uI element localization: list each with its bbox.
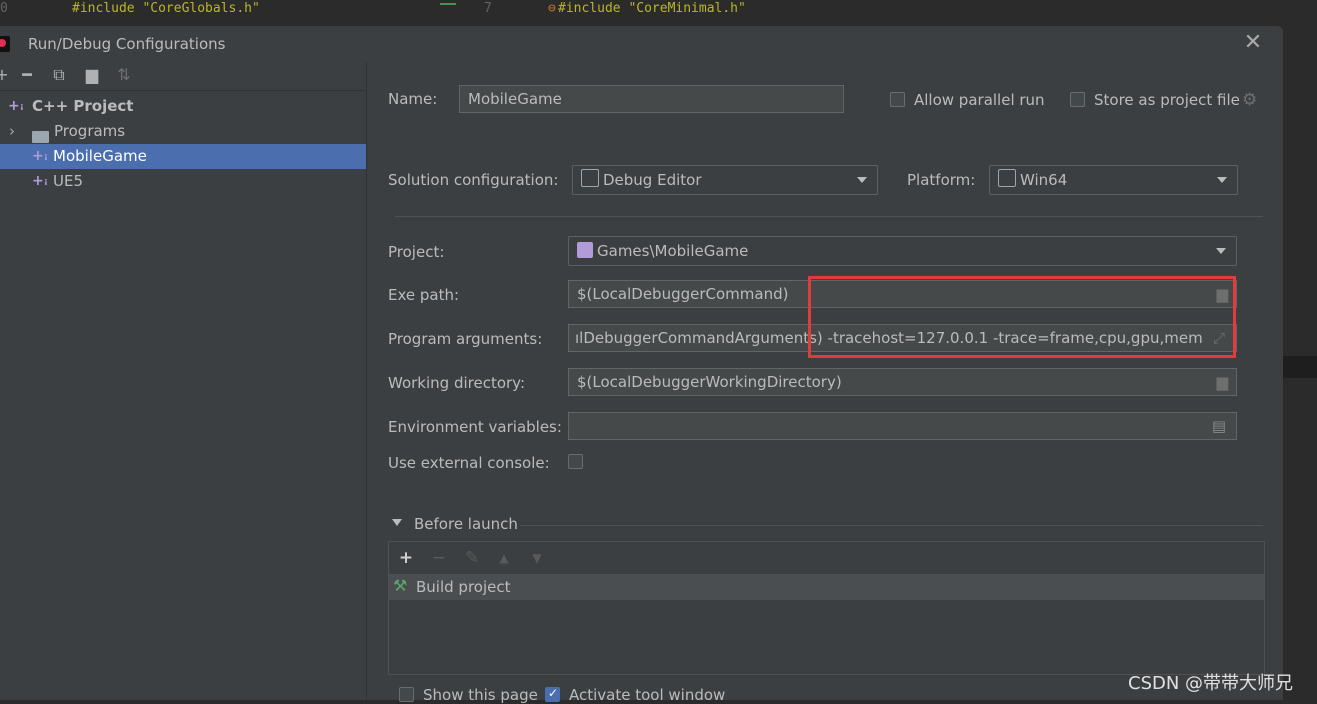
chevron-down-icon: [1216, 248, 1226, 254]
name-label: Name:: [388, 90, 438, 108]
tree-item-programs[interactable]: › Programs: [0, 119, 366, 144]
env-vars-field[interactable]: ▤: [568, 412, 1237, 440]
working-dir-label: Working directory:: [388, 374, 526, 392]
platform-value: Win64: [1020, 171, 1068, 189]
divider: [395, 216, 1263, 217]
name-field[interactable]: MobileGame: [459, 85, 844, 113]
hammer-icon: ⚒: [393, 576, 408, 595]
change-marker: [440, 3, 456, 5]
cpp-icon: +ꜟ: [32, 173, 48, 189]
folder-add-icon[interactable]: ▆: [82, 65, 102, 85]
before-launch-panel: + − ✎ ▲ ▼ ⚒ Build project: [388, 541, 1265, 675]
working-dir-value: $(LocalDebuggerWorkingDirectory): [577, 373, 842, 391]
store-project-label: Store as project file: [1094, 91, 1240, 109]
list-item[interactable]: ⚒ Build project: [389, 575, 1264, 600]
config-icon: [581, 169, 599, 187]
editor-background-right: [1283, 0, 1317, 700]
activate-tool-label: Activate tool window: [569, 686, 726, 704]
code-line: #include "CoreGlobals.h": [72, 1, 260, 16]
highlight-box: [808, 276, 1236, 358]
run-debug-dialog: Run/Debug Configurations ✕ + ━ ⧉ ▆ ⇅ +ꜟ …: [0, 26, 1283, 704]
app-logo-icon: [0, 36, 10, 52]
fold-icon: ⊖: [548, 1, 556, 16]
project-value: Games\MobileGame: [597, 242, 749, 260]
chevron-down-icon: [1217, 177, 1227, 183]
divider: [520, 525, 1263, 526]
move-down-icon[interactable]: ▼: [526, 544, 548, 572]
exe-path-value: $(LocalDebuggerCommand): [577, 285, 789, 303]
tree-item-mobilegame[interactable]: +ꜟ MobileGame: [0, 144, 366, 169]
cpp-icon: +ꜟ: [8, 98, 24, 114]
tree-root[interactable]: +ꜟ C++ Project: [0, 94, 366, 119]
copy-icon[interactable]: ⧉: [49, 65, 69, 85]
tree-root-label: C++ Project: [32, 97, 134, 115]
chevron-down-icon: [857, 177, 867, 183]
line-number: 0: [0, 1, 8, 16]
cpp-icon: +ꜟ: [32, 148, 48, 164]
edit-icon[interactable]: ✎: [461, 544, 483, 572]
allow-parallel-label: Allow parallel run: [914, 91, 1045, 109]
external-console-checkbox[interactable]: [568, 454, 583, 469]
program-args-label: Program arguments:: [388, 330, 543, 348]
platform-select[interactable]: Win64: [989, 165, 1238, 195]
show-page-label: Show this page: [423, 686, 538, 704]
code-text: #include "CoreMinimal.h": [558, 1, 746, 16]
editor-background: 0 #include "CoreGlobals.h" 7 ⊖ #include …: [0, 0, 1317, 26]
collapse-icon[interactable]: [392, 519, 402, 526]
add-icon[interactable]: +: [395, 544, 417, 572]
gear-icon[interactable]: ⚙: [1242, 90, 1257, 110]
platform-icon: [998, 169, 1016, 187]
project-label: Project:: [388, 243, 445, 261]
remove-icon[interactable]: ━: [17, 65, 37, 85]
working-dir-field[interactable]: $(LocalDebuggerWorkingDirectory) ▆: [568, 368, 1237, 396]
solution-config-select[interactable]: Debug Editor: [572, 165, 878, 195]
tree-toolbar: + ━ ⧉ ▆ ⇅: [0, 62, 366, 91]
tree-item-label: UE5: [53, 172, 83, 190]
solution-config-label: Solution configuration:: [388, 171, 559, 189]
line-number: 7: [484, 1, 492, 16]
tree-item-ue5[interactable]: +ꜟ UE5: [0, 169, 366, 194]
chevron-right-icon[interactable]: ›: [9, 119, 15, 144]
allow-parallel-checkbox[interactable]: [890, 92, 905, 107]
document-icon[interactable]: ▤: [1212, 413, 1226, 439]
watermark: CSDN @带带大师兄: [1128, 673, 1294, 694]
project-select[interactable]: Games\MobileGame: [568, 236, 1237, 266]
config-tree-pane: + ━ ⧉ ▆ ⇅ +ꜟ C++ Project › Programs +ꜟ M…: [0, 62, 367, 700]
build-project-label: Build project: [416, 578, 511, 596]
exe-path-label: Exe path:: [388, 286, 460, 304]
platform-label: Platform:: [907, 171, 976, 189]
store-project-checkbox[interactable]: [1070, 92, 1085, 107]
tree-item-label: MobileGame: [53, 147, 147, 165]
add-icon[interactable]: +: [0, 65, 12, 85]
project-icon: [577, 242, 593, 258]
external-console-label: Use external console:: [388, 454, 550, 472]
remove-icon[interactable]: −: [428, 544, 450, 572]
env-vars-label: Environment variables:: [388, 418, 562, 436]
dialog-title: Run/Debug Configurations: [28, 35, 226, 53]
move-up-icon[interactable]: ▲: [493, 544, 515, 572]
folder-browse-icon[interactable]: ▆: [1216, 369, 1228, 395]
code-text: #include "CoreGlobals.h": [72, 1, 260, 16]
sort-icon[interactable]: ⇅: [114, 65, 134, 85]
solution-config-value: Debug Editor: [603, 171, 702, 189]
dialog-titlebar[interactable]: Run/Debug Configurations ✕: [0, 26, 1283, 62]
before-launch-toolbar: + − ✎ ▲ ▼: [389, 542, 1264, 575]
scroll-marker: [1283, 356, 1317, 378]
tree-item-label: Programs: [54, 122, 126, 140]
close-icon[interactable]: ✕: [1241, 32, 1265, 56]
before-launch-title[interactable]: Before launch: [414, 515, 518, 533]
